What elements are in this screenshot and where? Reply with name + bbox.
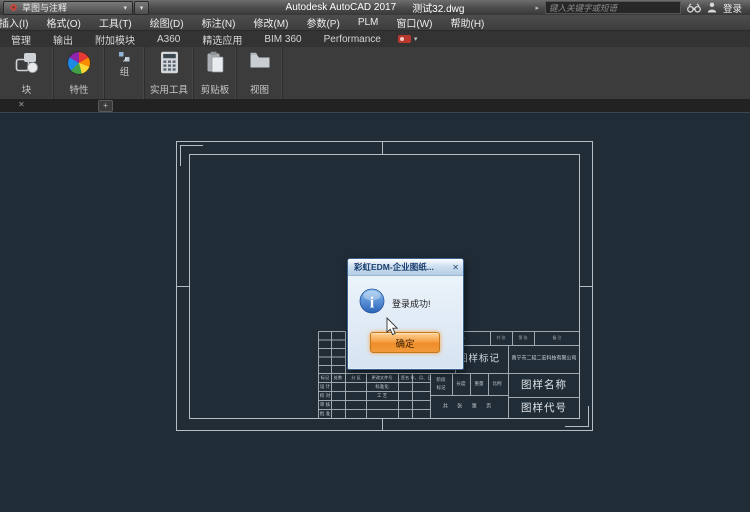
titleblock-top-cell: 共 张 [496, 336, 505, 340]
menu-tools[interactable]: 工具(T) [90, 15, 141, 30]
ribbon-tab-bar: 管理 输出 附加模块 A360 精选应用 BIM 360 Performance… [0, 31, 750, 47]
document-name: 测试32.dwg [412, 0, 464, 15]
titleblock-header: 分 区 [351, 376, 361, 380]
title-bar: 草图与注释 ▾ ▾ Autodesk AutoCAD 2017 测试32.dwg… [0, 0, 750, 15]
titleblock-header: 更改文件号 [372, 376, 393, 380]
panel-label: 组 [120, 64, 130, 78]
workspace-label: 草图与注释 [22, 1, 67, 14]
menu-dimension[interactable]: 标注(N) [193, 15, 245, 30]
panel-label: 视图 [237, 82, 282, 96]
mouse-cursor [386, 317, 399, 336]
titleblock-name-label: 图样名称 [521, 380, 567, 391]
signin-user-icon[interactable] [707, 2, 717, 13]
file-tab-bar: ✕ + [0, 99, 750, 112]
file-tab-close-icon[interactable]: ✕ [18, 100, 25, 109]
workspace-dropdown-button[interactable]: ▾ [134, 1, 149, 15]
view-folder-icon [249, 51, 271, 69]
tab-performance[interactable]: Performance [313, 34, 392, 45]
login-result-dialog: 彩虹EDM-企业图纸... ✕ i 登录成功! 确定 [347, 258, 464, 370]
tab-bim360[interactable]: BIM 360 [253, 34, 312, 45]
infocenter: ▸ 登录 [535, 1, 750, 15]
titleblock-stage-label: 标记 [437, 386, 446, 391]
tab-manage[interactable]: 管理 [0, 32, 42, 47]
panel-group[interactable]: 组 [105, 47, 145, 99]
titleblock-row-label: 校 对 [320, 394, 330, 399]
menu-bar: 插入(I) 格式(O) 工具(T) 绘图(D) 标注(N) 修改(M) 参数(P… [0, 15, 750, 31]
titleblock-row-label: 设 计 [320, 385, 330, 390]
titleblock-company: 南宁市二轻二宏科技有限公司 [511, 357, 576, 362]
titleblock-cell: 比例 [493, 382, 502, 387]
panel-utilities[interactable]: 实用工具 [145, 47, 194, 99]
clipboard-icon [206, 51, 224, 74]
menu-modify[interactable]: 修改(M) [244, 15, 297, 30]
block-icon [14, 51, 40, 75]
titleblock-top-cell: 第 张 [518, 336, 527, 340]
panel-view[interactable]: 视图 [237, 47, 283, 99]
menu-format[interactable]: 格式(O) [37, 15, 89, 30]
app-title: Autodesk AutoCAD 2017 [286, 2, 397, 13]
titleblock-header: 标记 [321, 376, 329, 380]
search-binoculars-icon[interactable] [687, 3, 701, 13]
autocad-window: 草图与注释 ▾ ▾ Autodesk AutoCAD 2017 测试32.dwg… [0, 0, 750, 512]
ribbon-panels: 块 特性 组 实用工具 [0, 47, 750, 100]
titleblock-cell: 重量 [475, 382, 484, 387]
quick-access-toolbar: 草图与注释 ▾ ▾ [3, 1, 149, 15]
panel-label: 剪贴板 [194, 82, 236, 96]
titleblock-proc-label: 标准化 [375, 385, 389, 390]
titleblock-row-label: 审 核 [320, 403, 330, 408]
panel-label: 实用工具 [145, 82, 193, 96]
titleblock-stage-label: 阶段 [437, 378, 446, 383]
chevron-down-icon: ▾ [123, 4, 127, 12]
tab-featured-apps[interactable]: 精选应用 [191, 32, 253, 47]
chevron-down-icon[interactable]: ▾ [414, 35, 418, 43]
titleblock-sheet-row: 共 张 第 页 [443, 405, 495, 410]
menu-window[interactable]: 窗口(W) [387, 15, 441, 30]
ok-button[interactable]: 确定 [370, 332, 440, 353]
menu-parametric[interactable]: 参数(P) [297, 15, 348, 30]
workspace-selector[interactable]: 草图与注释 ▾ [3, 1, 133, 15]
titleblock-header: 处数 [334, 376, 342, 380]
tab-output[interactable]: 输出 [42, 32, 84, 47]
titleblock-cell: 长度 [457, 382, 466, 387]
panel-label: 特性 [54, 82, 104, 96]
search-expand-icon[interactable]: ▸ [535, 4, 539, 12]
titleblock-mark-label: 图样标记 [458, 354, 500, 364]
tab-addins[interactable]: 附加模块 [84, 32, 146, 47]
panel-clipboard[interactable]: 剪贴板 [194, 47, 237, 99]
signin-button[interactable]: 登录 [723, 1, 742, 15]
recorder-icon[interactable] [398, 35, 411, 43]
panel-properties[interactable]: 特性 [54, 47, 105, 99]
dialog-body: i 登录成功! 确定 [348, 276, 463, 369]
properties-colorwheel-icon [67, 51, 91, 75]
info-icon: i [359, 288, 385, 314]
titleblock-header: 签名 [401, 376, 409, 380]
dialog-title: 彩虹EDM-企业图纸... [354, 261, 434, 273]
titleblock-row-label: 批 准 [320, 412, 330, 417]
titleblock-proc-label: 工 艺 [377, 394, 387, 399]
menu-draw[interactable]: 绘图(D) [141, 15, 193, 30]
titleblock-code-label: 图样代号 [521, 403, 567, 414]
new-tab-button[interactable]: + [98, 100, 113, 112]
svg-text:i: i [370, 295, 375, 312]
calculator-icon [160, 51, 179, 74]
group-icon [118, 51, 131, 63]
panel-label: 块 [0, 82, 53, 96]
dialog-titlebar[interactable]: 彩虹EDM-企业图纸... ✕ [348, 259, 463, 276]
dialog-close-icon[interactable]: ✕ [452, 263, 459, 272]
chevron-down-icon: ▾ [140, 4, 144, 12]
menu-plm[interactable]: PLM [349, 17, 388, 28]
dialog-message: 登录成功! [392, 297, 431, 310]
menu-insert[interactable]: 插入(I) [0, 15, 37, 30]
titleblock-top-cell: 备 注 [552, 336, 561, 340]
search-input[interactable] [545, 1, 681, 14]
titleblock-header: 年、月、日 [411, 376, 432, 380]
workspace-gear-icon [9, 3, 18, 12]
menu-help[interactable]: 帮助(H) [441, 15, 493, 30]
panel-block[interactable]: 块 [0, 47, 54, 99]
tab-a360[interactable]: A360 [146, 34, 191, 45]
